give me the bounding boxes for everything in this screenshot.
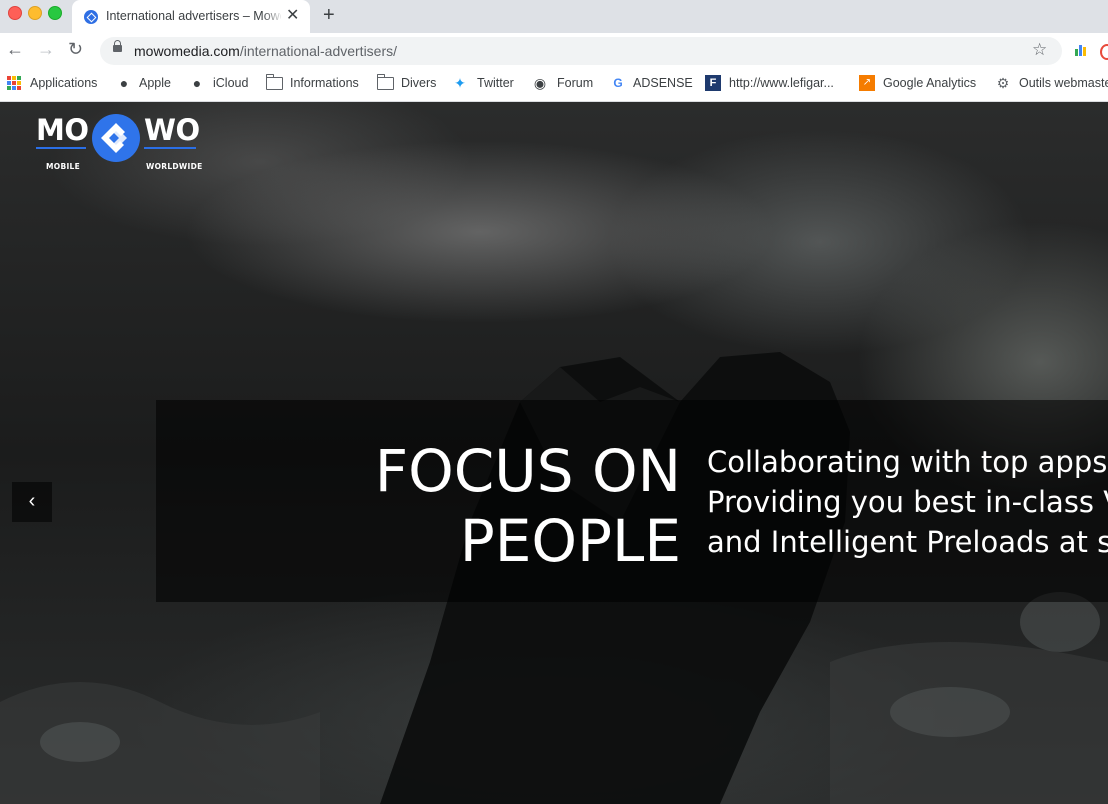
bookmark-outils-webmaster[interactable]: Outils webmaste [1019, 76, 1108, 90]
apple-icon: ● [119, 75, 129, 91]
extension-chart-icon[interactable] [1074, 43, 1088, 57]
bookmark-divers[interactable]: Divers [401, 76, 436, 90]
new-tab-icon[interactable]: + [323, 4, 335, 26]
hero-tagline: Collaborating with top apps Providing yo… [707, 445, 1108, 559]
hero-headline: FOCUS ON PEOPLE [374, 437, 681, 575]
slider-prev-arrow-icon[interactable]: ‹ [12, 482, 52, 522]
folder-icon [377, 74, 394, 90]
apple-icon: ● [192, 75, 202, 91]
reload-icon[interactable]: ↻ [68, 37, 83, 61]
logo-worldwide-text: WORLDWIDE [146, 162, 203, 171]
bookmark-apple[interactable]: Apple [139, 76, 171, 90]
google-icon: G [613, 76, 623, 90]
bookmark-informations[interactable]: Informations [290, 76, 359, 90]
bookmark-twitter[interactable]: Twitter [477, 76, 514, 90]
webmaster-icon: ⚙ [996, 75, 1010, 91]
bookmark-google-analytics[interactable]: Google Analytics [883, 76, 976, 90]
bookmark-forum[interactable]: Forum [557, 76, 593, 90]
bookmark-star-icon[interactable]: ☆ [1032, 40, 1047, 60]
folder-icon [266, 74, 283, 90]
twitter-icon: ✦ [454, 75, 466, 91]
hero-section: MO MOBILE WO WORLDWIDE FOCUS ON PEOPLE C… [0, 102, 1108, 804]
lefigaro-icon: F [705, 75, 721, 91]
close-window-button[interactable] [8, 6, 22, 20]
mowo-logo-mark-icon [92, 114, 140, 162]
zoom-window-button[interactable] [48, 6, 62, 20]
close-tab-icon[interactable]: ✕ [286, 7, 299, 25]
active-tab[interactable]: International advertisers – Mowomedia ✕ [72, 0, 310, 33]
bookmark-applications[interactable]: Applications [30, 76, 97, 90]
globe-icon: ◉ [533, 75, 547, 91]
tab-strip: International advertisers – Mowomedia ✕ … [0, 0, 1108, 33]
forward-arrow-icon[interactable]: → [37, 37, 55, 61]
extension-icon[interactable] [1100, 44, 1108, 60]
bookmarks-bar: Applications ● Apple ● iCloud Informatio… [0, 69, 1108, 102]
bookmark-icloud[interactable]: iCloud [213, 76, 248, 90]
browser-toolbar: ← → ↻ mowomedia.com/international-advert… [0, 33, 1108, 69]
minimize-window-button[interactable] [28, 6, 42, 20]
tab-title: International advertisers – Mowomedia [106, 9, 281, 23]
apps-grid-icon [7, 76, 21, 90]
logo-mo-text: MO [36, 113, 89, 147]
back-arrow-icon[interactable]: ← [6, 37, 24, 61]
mowo-favicon-icon [84, 10, 98, 24]
logo-wo-text: WO [144, 113, 200, 147]
url-text[interactable]: mowomedia.com/international-advertisers/ [134, 43, 397, 59]
address-bar[interactable]: mowomedia.com/international-advertisers/… [100, 37, 1062, 65]
lock-icon[interactable] [113, 40, 122, 52]
bookmark-adsense[interactable]: ADSENSE [633, 76, 693, 90]
bookmark-lefigaro[interactable]: http://www.lefigar... [729, 76, 834, 90]
mowo-logo[interactable]: MO MOBILE WO WORLDWIDE [36, 113, 202, 171]
logo-mobile-text: MOBILE [46, 162, 81, 171]
analytics-icon: ↗ [859, 75, 875, 91]
